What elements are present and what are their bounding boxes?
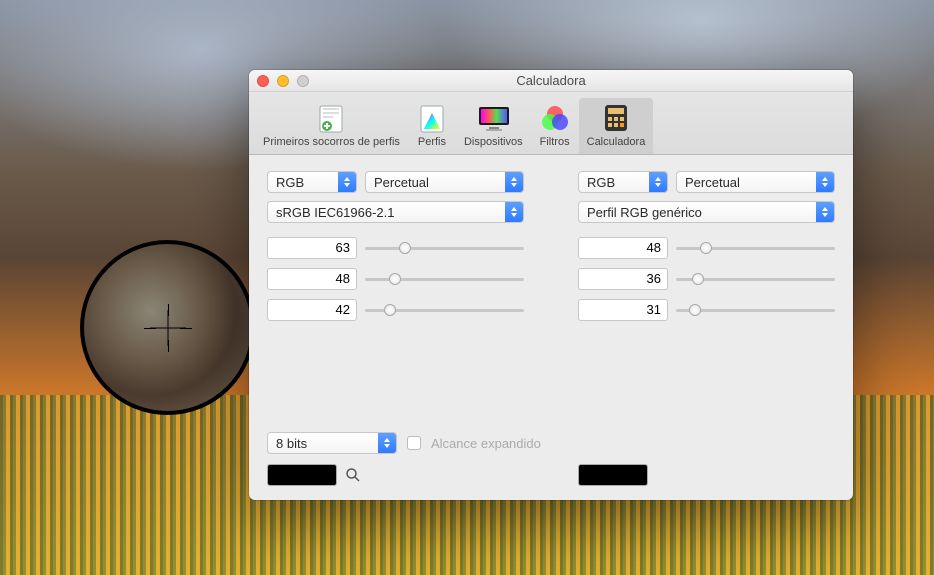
select-arrows-icon	[338, 172, 356, 192]
source-channel-slider[interactable]	[365, 268, 524, 290]
destination-channel-slider[interactable]	[676, 268, 835, 290]
source-color-swatch	[267, 464, 337, 486]
select-arrows-icon	[378, 433, 396, 453]
first-aid-icon	[315, 102, 347, 134]
zoom-window-button[interactable]	[297, 75, 309, 87]
select-arrows-icon	[649, 172, 667, 192]
destination-color-swatch	[578, 464, 648, 486]
select-value: RGB	[276, 175, 304, 190]
source-channel-value[interactable]: 48	[267, 268, 357, 290]
source-profile-select[interactable]: sRGB IEC61966-2.1	[267, 201, 524, 223]
window-titlebar: Calculadora	[249, 70, 853, 92]
toolbar-label: Filtros	[540, 136, 570, 148]
toolbar-label: Primeiros socorros de perfis	[263, 136, 400, 148]
calculator-pane: RGB Percetual sRGB IEC61966-2.1 63	[249, 155, 853, 500]
extended-range-label: Alcance expandido	[431, 436, 541, 451]
destination-channel-value[interactable]: 36	[578, 268, 668, 290]
destination-channel-value[interactable]: 48	[578, 237, 668, 259]
destination-channels: 48 36 31	[578, 237, 835, 321]
minimize-window-button[interactable]	[277, 75, 289, 87]
toolbar-filters[interactable]: Filtros	[531, 98, 579, 154]
toolbar: Primeiros socorros de perfis Perfis Disp…	[249, 92, 853, 155]
select-arrows-icon	[505, 202, 523, 222]
select-value: Percetual	[374, 175, 429, 190]
toolbar-label: Calculadora	[587, 136, 646, 148]
magnifier-icon[interactable]	[345, 467, 361, 483]
select-arrows-icon	[816, 202, 834, 222]
destination-channel-slider[interactable]	[676, 237, 835, 259]
toolbar-calculator[interactable]: Calculadora	[579, 98, 654, 154]
filters-icon	[539, 102, 571, 134]
calculator-icon	[600, 102, 632, 134]
source-channel-value[interactable]: 42	[267, 299, 357, 321]
toolbar-first-aid[interactable]: Primeiros socorros de perfis	[255, 98, 408, 154]
extended-range-checkbox[interactable]	[407, 436, 421, 450]
destination-intent-select[interactable]: Percetual	[676, 171, 835, 193]
select-value: sRGB IEC61966-2.1	[276, 205, 395, 220]
select-arrows-icon	[505, 172, 523, 192]
select-arrows-icon	[816, 172, 834, 192]
toolbar-devices[interactable]: Dispositivos	[456, 98, 531, 154]
select-value: Percetual	[685, 175, 740, 190]
source-channel-slider[interactable]	[365, 299, 524, 321]
source-color-model-select[interactable]: RGB	[267, 171, 357, 193]
source-channel-slider[interactable]	[365, 237, 524, 259]
select-value: RGB	[587, 175, 615, 190]
destination-channel-slider[interactable]	[676, 299, 835, 321]
toolbar-label: Dispositivos	[464, 136, 523, 148]
colorsync-calculator-window: Calculadora Primeiros socorros de perfis…	[249, 70, 853, 500]
toolbar-profiles[interactable]: Perfis	[408, 98, 456, 154]
destination-column: RGB Percetual Perfil RGB genérico 48	[578, 171, 835, 321]
profiles-icon	[416, 102, 448, 134]
select-value: Perfil RGB genérico	[587, 205, 702, 220]
color-sampler-loupe[interactable]	[80, 240, 255, 415]
destination-profile-select[interactable]: Perfil RGB genérico	[578, 201, 835, 223]
source-intent-select[interactable]: Percetual	[365, 171, 524, 193]
select-value: 8 bits	[276, 436, 307, 451]
source-column: RGB Percetual sRGB IEC61966-2.1 63	[267, 171, 524, 321]
source-channels: 63 48 42	[267, 237, 524, 321]
destination-channel-value[interactable]: 31	[578, 299, 668, 321]
toolbar-label: Perfis	[418, 136, 446, 148]
bit-depth-select[interactable]: 8 bits	[267, 432, 397, 454]
close-window-button[interactable]	[257, 75, 269, 87]
destination-color-model-select[interactable]: RGB	[578, 171, 668, 193]
devices-icon	[477, 102, 509, 134]
source-channel-value[interactable]: 63	[267, 237, 357, 259]
window-title: Calculadora	[249, 73, 853, 88]
